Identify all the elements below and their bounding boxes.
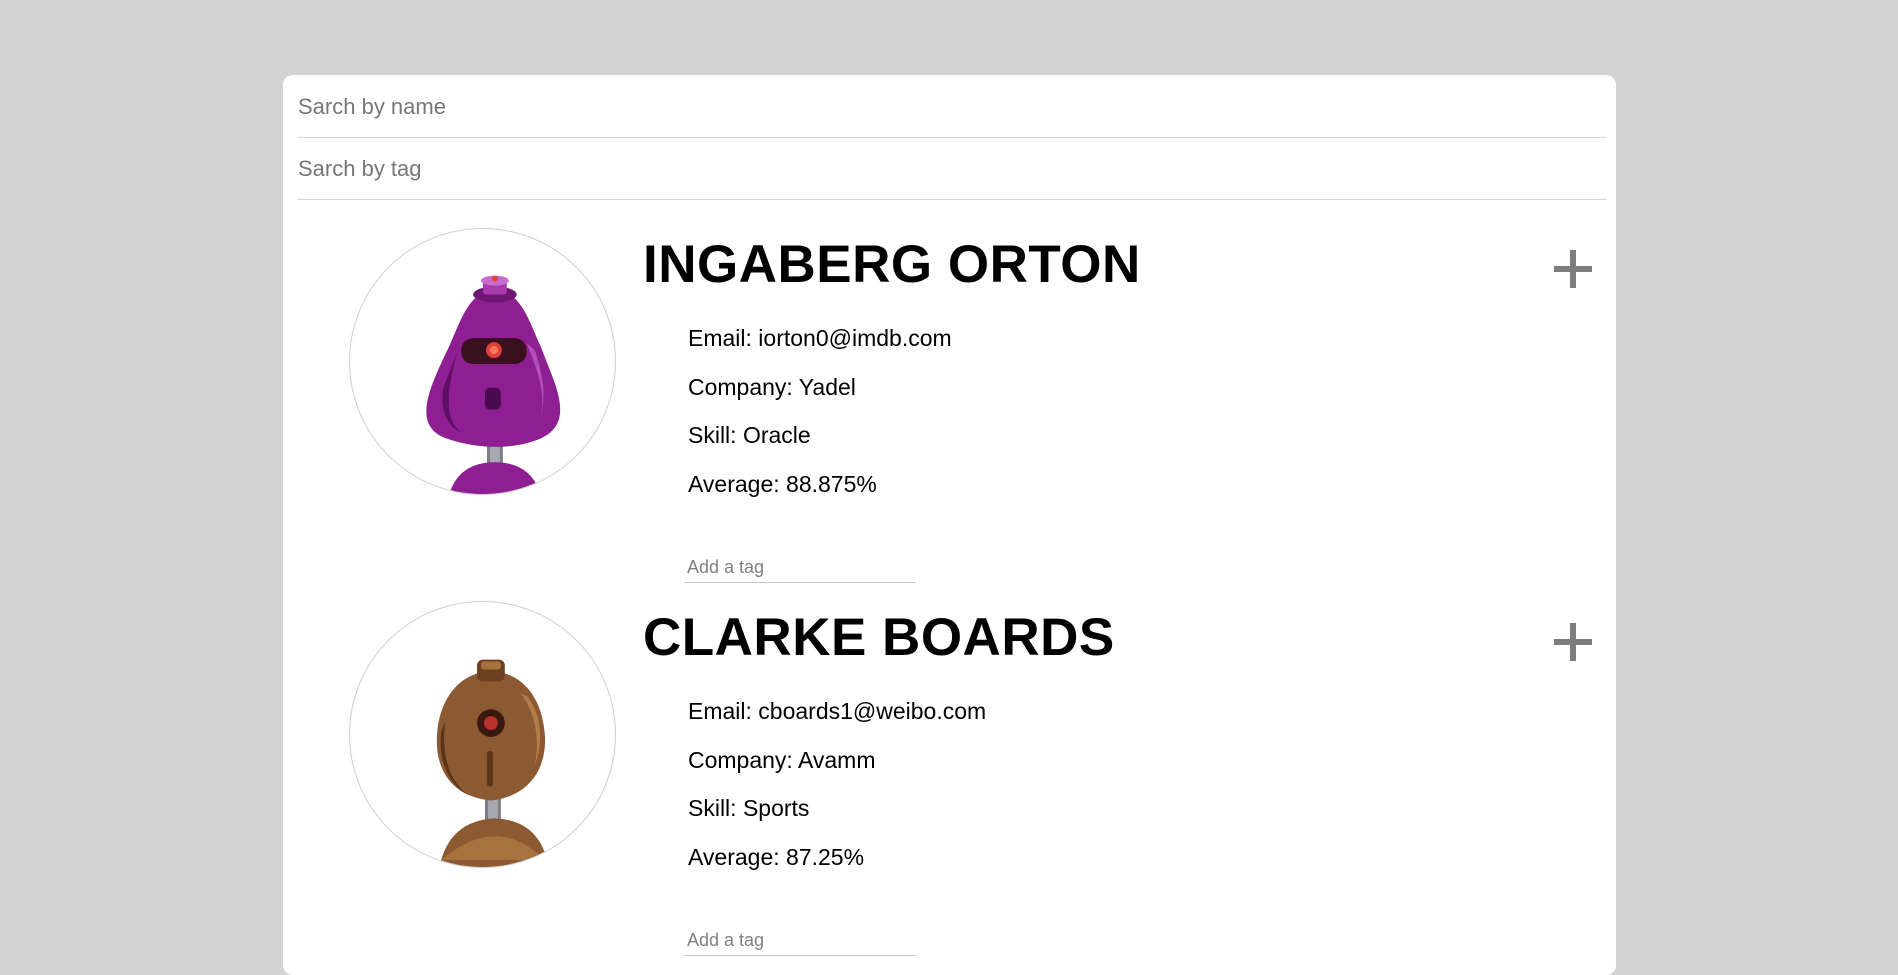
student-card: INGABERG ORTON Email: iorton0@imdb.com C… bbox=[283, 228, 1616, 601]
add-tag-input[interactable] bbox=[684, 553, 916, 583]
student-average: Average: 88.875% bbox=[688, 471, 877, 498]
add-tag-input[interactable] bbox=[684, 926, 916, 956]
student-name: CLARKE BOARDS bbox=[643, 608, 1115, 667]
student-avatar bbox=[349, 228, 616, 495]
student-details: Email: cboards1@weibo.com Company: Avamm… bbox=[688, 698, 986, 893]
search-by-tag-input[interactable] bbox=[297, 139, 1607, 200]
expand-plus-icon[interactable] bbox=[1551, 248, 1595, 292]
search-by-name-input[interactable] bbox=[297, 77, 1607, 138]
student-average: Average: 87.25% bbox=[688, 844, 865, 871]
student-company: Company: Avamm bbox=[688, 746, 876, 773]
student-skill: Skill: Sports bbox=[688, 795, 810, 822]
expand-plus-icon[interactable] bbox=[1551, 621, 1595, 665]
student-skill: Skill: Oracle bbox=[688, 422, 811, 449]
brown-robot-icon bbox=[436, 659, 549, 867]
student-email: Email: cboards1@weibo.com bbox=[688, 698, 987, 724]
student-avatar bbox=[349, 601, 616, 868]
student-name: INGABERG ORTON bbox=[643, 235, 1141, 294]
student-company: Company: Yadel bbox=[688, 373, 856, 400]
student-list-card: INGABERG ORTON Email: iorton0@imdb.com C… bbox=[283, 75, 1616, 975]
purple-robot-icon bbox=[426, 275, 561, 494]
student-email: Email: iorton0@imdb.com bbox=[688, 325, 952, 351]
student-details: Email: iorton0@imdb.com Company: Yadel S… bbox=[688, 325, 952, 520]
student-card: CLARKE BOARDS Email: cboards1@weibo.com … bbox=[283, 601, 1616, 974]
